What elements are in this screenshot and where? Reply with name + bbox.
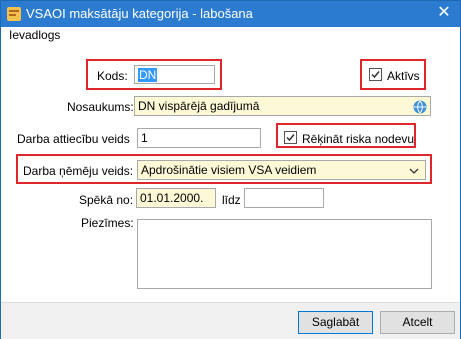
chevron-down-icon[interactable] bbox=[409, 164, 419, 176]
app-icon bbox=[6, 6, 22, 22]
button-bar: Saglabāt Atcelt bbox=[1, 302, 460, 339]
save-button[interactable]: Saglabāt bbox=[298, 311, 373, 334]
kods-label: Kods: bbox=[97, 69, 128, 83]
kods-value: DN bbox=[138, 68, 158, 82]
speka-no-value: 01.01.2000. bbox=[140, 191, 204, 205]
darba-attiecibu-input[interactable]: 1 bbox=[137, 128, 261, 148]
title-bar: VSAOI maksātāju kategorija - labošana ✕ bbox=[1, 1, 460, 27]
nosaukums-value: DN vispārējā gadījumā bbox=[138, 99, 260, 113]
piezimes-label: Piezīmes: bbox=[81, 216, 134, 230]
translate-globe-icon[interactable] bbox=[413, 100, 427, 114]
darba-nemeju-select[interactable]: Apdrošinātie visiem VSA veidiem bbox=[137, 160, 426, 180]
aktivs-checkbox[interactable] bbox=[369, 68, 382, 81]
lidz-label: līdz bbox=[222, 193, 241, 207]
close-icon[interactable]: ✕ bbox=[436, 4, 452, 22]
lidz-input[interactable] bbox=[244, 188, 324, 208]
section-label: Ievadlogs bbox=[9, 28, 61, 42]
speka-no-label: Spēkā no: bbox=[79, 193, 134, 207]
cancel-button[interactable]: Atcelt bbox=[380, 311, 455, 334]
piezimes-textarea[interactable] bbox=[137, 219, 432, 289]
rekinat-riska-checkbox[interactable] bbox=[284, 131, 297, 144]
speka-no-input[interactable]: 01.01.2000. bbox=[136, 188, 216, 208]
window-title: VSAOI maksātāju kategorija - labošana bbox=[26, 6, 253, 21]
checkmark-icon bbox=[286, 134, 295, 142]
nosaukums-input[interactable]: DN vispārējā gadījumā bbox=[134, 96, 431, 116]
checkmark-icon bbox=[371, 71, 380, 79]
dialog-window: VSAOI maksātāju kategorija - labošana ✕ … bbox=[0, 0, 461, 339]
aktivs-label: Aktīvs bbox=[387, 69, 420, 83]
darba-nemeju-value: Apdrošinātie visiem VSA veidiem bbox=[141, 163, 317, 177]
darba-attiecibu-value: 1 bbox=[141, 131, 148, 145]
rekinat-riska-label: Rēķināt riska nodevu bbox=[302, 132, 415, 146]
nosaukums-label: Nosaukums: bbox=[67, 100, 134, 114]
darba-nemeju-label: Darba ņēmēju veids: bbox=[23, 164, 134, 178]
darba-attiecibu-label: Darba attiecību veids bbox=[17, 132, 130, 146]
kods-input[interactable]: DN bbox=[134, 65, 215, 84]
